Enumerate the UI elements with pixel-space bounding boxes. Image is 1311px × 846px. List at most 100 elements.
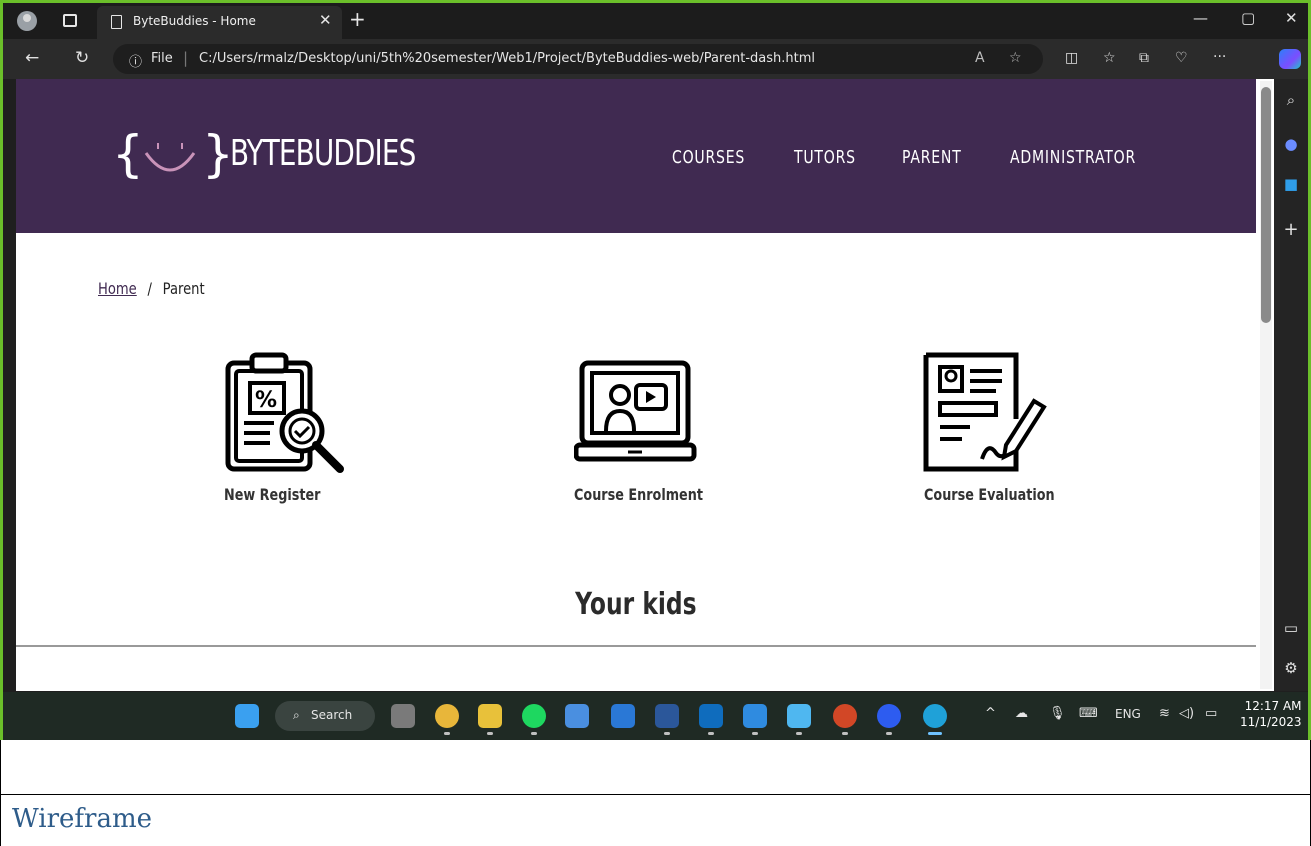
running-indicator bbox=[487, 732, 493, 735]
hide-sidebar-icon[interactable]: ▭ bbox=[1274, 619, 1308, 637]
chevron-up-icon[interactable]: ^ bbox=[985, 706, 996, 721]
windows-taskbar: ⌕ Search ^ ☁ 🎙 ⌨ ENG ≋ ◁) ▭ 12:17 AM 11/… bbox=[0, 692, 1311, 740]
info-icon[interactable]: ⓘ bbox=[129, 51, 142, 70]
breadcrumb: Home / Parent bbox=[98, 279, 205, 298]
search-icon[interactable]: ⌕ bbox=[1274, 91, 1308, 109]
powerpoint-icon[interactable] bbox=[833, 704, 857, 728]
battery-icon[interactable]: ▭ bbox=[1205, 706, 1217, 721]
nav-tutors[interactable]: TUTORS bbox=[794, 147, 856, 168]
address-bar[interactable]: ⓘ File | C:/Users/rmalz/Desktop/uni/5th%… bbox=[113, 44, 1043, 74]
browser-toolbar: ← ↻ ⓘ File | C:/Users/rmalz/Desktop/uni/… bbox=[3, 39, 1308, 79]
refresh-icon[interactable]: ↻ bbox=[75, 48, 89, 68]
favorites-icon[interactable]: ☆ bbox=[1103, 50, 1116, 66]
screenshot-window: ByteBuddies - Home ✕ + — ▢ ✕ ← ↻ ⓘ File … bbox=[0, 0, 1311, 692]
browser-title-bar: ByteBuddies - Home ✕ + — ▢ ✕ bbox=[3, 3, 1308, 39]
edge-sidebar: ⌕ ● ■ + ▭ ⚙ bbox=[1274, 79, 1308, 691]
card-label: Course Enrolment bbox=[574, 485, 703, 504]
cloud-icon[interactable]: ☁ bbox=[1015, 706, 1028, 721]
smile-logo-icon bbox=[144, 143, 196, 172]
calendar-icon[interactable] bbox=[611, 704, 635, 728]
document-area: Wireframe bbox=[0, 740, 1311, 846]
spotify-icon[interactable] bbox=[522, 704, 546, 728]
breadcrumb-separator: / bbox=[147, 279, 152, 298]
tab-title: ByteBuddies - Home bbox=[133, 14, 256, 28]
nav-courses[interactable]: COURSES bbox=[672, 147, 745, 168]
scrollbar-thumb[interactable] bbox=[1261, 87, 1271, 323]
nav-parent[interactable]: PARENT bbox=[902, 147, 962, 168]
running-indicator bbox=[842, 732, 848, 735]
zoom-icon[interactable] bbox=[877, 704, 901, 728]
notepad-icon[interactable] bbox=[787, 704, 811, 728]
running-indicator bbox=[664, 732, 670, 735]
tab-actions-icon[interactable] bbox=[63, 14, 77, 27]
logo-text: BYTEBUDDIES bbox=[230, 133, 416, 174]
svg-text:%: % bbox=[255, 388, 277, 413]
profile-avatar-icon[interactable] bbox=[17, 11, 37, 31]
edge-icon[interactable] bbox=[923, 704, 947, 728]
wifi-icon[interactable]: ≋ bbox=[1159, 706, 1170, 721]
clipboard-search-icon: % bbox=[225, 352, 344, 473]
more-options-icon[interactable]: ··· bbox=[1213, 49, 1226, 65]
vscode-icon[interactable] bbox=[743, 704, 767, 728]
running-indicator bbox=[796, 732, 802, 735]
card-label: Course Evaluation bbox=[924, 485, 1055, 504]
document-heading: Wireframe bbox=[12, 804, 152, 834]
running-indicator bbox=[531, 732, 537, 735]
address-separator: | bbox=[183, 49, 189, 67]
read-aloud-icon[interactable]: A bbox=[975, 50, 985, 66]
file-explorer-icon[interactable] bbox=[478, 704, 502, 728]
microphone-icon[interactable]: 🎙 bbox=[1049, 706, 1066, 721]
card-label: New Register bbox=[224, 485, 321, 504]
new-tab-button[interactable]: + bbox=[349, 7, 366, 31]
tasks-icon[interactable] bbox=[565, 704, 589, 728]
chrome-icon[interactable] bbox=[435, 704, 459, 728]
favorite-star-icon[interactable]: ☆ bbox=[1009, 50, 1022, 66]
copilot-icon[interactable] bbox=[1279, 49, 1301, 69]
table-row-divider bbox=[0, 794, 1311, 795]
laptop-video-icon bbox=[574, 360, 697, 462]
site-header: { } BYTEBUDDIES COURSES TUTORS PARENT AD… bbox=[16, 79, 1256, 233]
running-indicator bbox=[444, 732, 450, 735]
running-indicator bbox=[886, 732, 892, 735]
running-indicator bbox=[708, 732, 714, 735]
breadcrumb-home-link[interactable]: Home bbox=[98, 279, 137, 298]
close-window-button[interactable]: ✕ bbox=[1285, 9, 1298, 27]
course-enrolment-card[interactable]: Course Enrolment bbox=[574, 349, 734, 504]
back-arrow-icon[interactable]: ← bbox=[25, 48, 39, 68]
copilot-side-icon[interactable]: ● bbox=[1274, 135, 1308, 153]
course-evaluation-card[interactable]: Course Evaluation bbox=[922, 349, 1082, 504]
nav-administrator[interactable]: ADMINISTRATOR bbox=[1010, 147, 1136, 168]
clock-date: 11/1/2023 bbox=[1240, 715, 1302, 729]
split-screen-icon[interactable]: ◫ bbox=[1065, 50, 1078, 66]
close-tab-icon[interactable]: ✕ bbox=[319, 11, 332, 29]
browser-tab[interactable]: ByteBuddies - Home ✕ bbox=[97, 6, 342, 39]
running-indicator bbox=[752, 732, 758, 735]
clock-time: 12:17 AM bbox=[1244, 699, 1302, 713]
clock[interactable]: 12:17 AM 11/1/2023 bbox=[1240, 698, 1302, 730]
outlook-taskbar-icon[interactable] bbox=[699, 704, 723, 728]
keyboard-icon[interactable]: ⌨ bbox=[1079, 706, 1098, 721]
document-sign-icon bbox=[923, 352, 1047, 472]
breadcrumb-current: Parent bbox=[162, 279, 205, 298]
web-page: { } BYTEBUDDIES COURSES TUTORS PARENT AD… bbox=[16, 79, 1274, 691]
kids-section-title: Your kids bbox=[16, 587, 1256, 622]
new-register-card[interactable]: % New Register bbox=[222, 349, 382, 504]
minimize-button[interactable]: — bbox=[1193, 9, 1208, 27]
address-url[interactable]: C:/Users/rmalz/Desktop/uni/5th%20semeste… bbox=[199, 51, 815, 66]
section-divider bbox=[16, 645, 1256, 647]
language-indicator[interactable]: ENG bbox=[1115, 707, 1141, 721]
add-app-icon[interactable]: + bbox=[1274, 219, 1308, 240]
word-icon[interactable] bbox=[655, 704, 679, 728]
browser-essentials-icon[interactable]: ♡ bbox=[1175, 50, 1188, 66]
page-icon bbox=[111, 15, 122, 29]
settings-gear-icon[interactable]: ⚙ bbox=[1274, 659, 1308, 677]
volume-icon[interactable]: ◁) bbox=[1179, 706, 1194, 721]
windows-start-icon[interactable] bbox=[235, 704, 259, 728]
restore-button[interactable]: ▢ bbox=[1241, 9, 1255, 27]
collections-icon[interactable]: ⧉ bbox=[1139, 50, 1149, 66]
task-view-icon[interactable] bbox=[391, 704, 415, 728]
table-border-left bbox=[0, 740, 1, 846]
taskbar-search[interactable]: ⌕ Search bbox=[275, 701, 375, 731]
active-indicator bbox=[928, 732, 942, 735]
outlook-icon[interactable]: ■ bbox=[1274, 175, 1308, 193]
